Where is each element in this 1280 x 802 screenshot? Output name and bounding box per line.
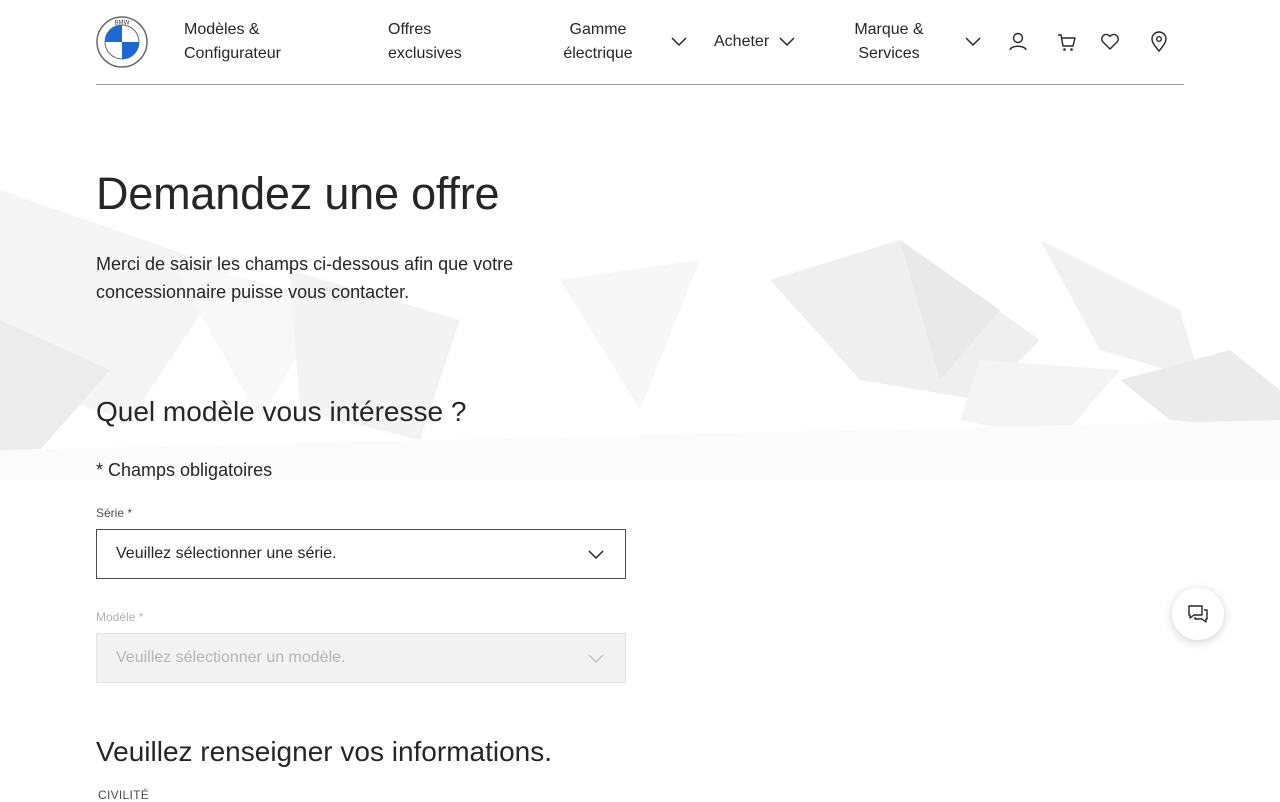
serie-label: Série * <box>96 506 133 520</box>
section-model-title: Quel modèle vous intéresse ? <box>96 396 467 427</box>
nav-offres-exclusives[interactable]: Offres exclusives <box>388 18 462 66</box>
modele-select[interactable]: Veuillez sélectionner un modèle. <box>96 633 626 683</box>
logo-letters: BMW <box>114 20 129 27</box>
section-info-title: Veuillez renseigner vos informations. <box>96 736 553 767</box>
nav-modeles-configurateur[interactable]: Modèles & Configurateur <box>184 18 281 66</box>
site-header: BMW Modèles & Configurateur Offres exclu… <box>96 0 1184 85</box>
nav-acheter[interactable]: Acheter <box>714 30 769 54</box>
required-fields-note: * Champs obligatoires <box>96 460 273 480</box>
chevron-down-icon <box>588 550 604 560</box>
chevron-down-icon[interactable] <box>778 33 796 51</box>
modele-select-value: Veuillez sélectionner un modèle. <box>116 649 346 666</box>
page-title: Demandez une offre <box>96 168 500 219</box>
user-icon[interactable] <box>1007 31 1029 53</box>
nav-marque-services[interactable]: Marque & Services <box>846 18 932 66</box>
chevron-down-icon[interactable] <box>670 33 688 51</box>
nav-gamme-electrique[interactable]: Gamme électrique <box>556 18 640 66</box>
chevron-down-icon <box>588 654 604 664</box>
intro-text: Merci de saisir les champs ci-dessous af… <box>96 254 514 302</box>
chat-icon <box>1188 605 1208 623</box>
bmw-logo-icon[interactable]: BMW <box>96 16 148 68</box>
chat-button[interactable] <box>1172 588 1224 640</box>
cart-icon[interactable] <box>1056 31 1078 53</box>
location-pin-icon[interactable] <box>1148 31 1170 53</box>
serie-select-value: Veuillez sélectionner une série. <box>116 545 337 562</box>
chevron-down-icon[interactable] <box>964 33 982 51</box>
serie-select[interactable]: Veuillez sélectionner une série. <box>96 529 626 579</box>
heart-icon[interactable] <box>1099 31 1121 53</box>
modele-label: Modèle * <box>96 610 144 624</box>
